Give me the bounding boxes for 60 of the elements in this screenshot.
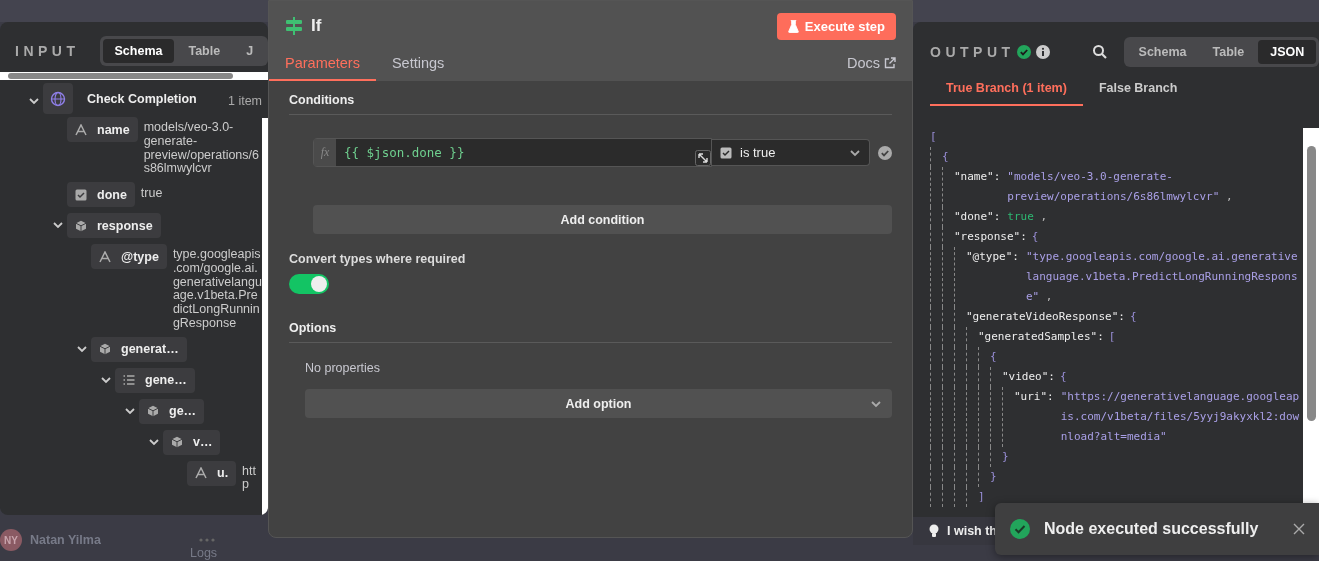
field-key-chip[interactable]: generat… [91,336,187,362]
field-key-chip[interactable]: done [67,182,135,207]
json-bracket: { [1060,369,1067,385]
section-heading: Options [289,321,892,343]
node-title: If [311,16,322,36]
field-key-chip[interactable]: v… [163,429,221,455]
json-key: "uri": [1014,387,1054,447]
json-key: "name": [954,167,1001,207]
json-value: "https://generativelanguage.googleapis.com/v1beta/files/5yyj9akyxkl2:download?alt=media" [1060,389,1301,445]
json-key: "generateVideoResponse": [966,307,1125,327]
node-header[interactable]: Check Completion [43,86,197,111]
json-bracket: { [1031,229,1039,245]
operator-select[interactable]: is true [712,139,870,166]
field-value: models/veo-3.0-generate-preview/operations/6s86lmwylcvr [143,119,260,176]
json-key: "response": [954,227,1027,247]
json-value: true , [1007,209,1048,225]
json-bracket: [ [1108,329,1116,345]
json-bracket: { [942,149,949,165]
json-key: "video": [1002,367,1055,387]
field-key-chip[interactable]: u. [187,460,237,486]
panel-tab[interactable]: Settings [391,55,445,81]
json-key: "@type": [966,247,1019,307]
json-bracket: [ [930,129,937,145]
add-condition-button[interactable]: Add condition [313,205,892,234]
view-tab[interactable]: J [234,39,266,63]
json-bracket: } [990,469,997,485]
docs-link[interactable]: Docs [846,55,896,77]
fx-label: fx [314,139,336,166]
panel-title: INPUT [15,43,80,59]
view-tab[interactable]: Table [176,39,233,63]
field-key-chip[interactable]: response [67,213,161,238]
panel-title: OUTPUT [930,44,1015,60]
section-heading: Conditions [289,93,892,115]
field-value: http [242,462,257,492]
user-name: Natan Yilma [30,533,101,547]
json-key: "done": [954,207,1001,227]
json-bracket: } [1002,449,1009,465]
view-tab[interactable]: Schema [1126,40,1199,64]
field-key-chip[interactable]: @type [91,244,167,269]
field-value: type.googleapis.com/google.ai.generativelanguage.v1beta.PredictLongRunningResponse [172,246,262,331]
field-label: Convert types where required [289,252,467,266]
field-key-chip[interactable]: gene… [115,367,195,393]
field-value: true [140,185,163,201]
view-tab[interactable]: Schema [102,39,175,63]
field-key-chip[interactable]: ge… [139,398,205,424]
json-bracket: ] [978,489,985,505]
json-bracket: { [990,349,997,365]
view-tab[interactable]: Table [1200,40,1257,64]
add-option-button[interactable]: Add option [305,389,892,418]
json-key: "generatedSamples": [978,327,1104,347]
branch-tab[interactable]: True Branch (1 item) [930,81,1083,106]
expression-field[interactable]: fx {{ $json.done }} [313,138,712,167]
empty-text: No properties [305,361,382,375]
view-tab[interactable]: JSON [1258,40,1317,64]
json-value: "type.googleapis.com/google.ai.generativelanguage.v1beta.PredictLongRunningResponse" , [1026,249,1299,305]
item-count: 1 item [227,93,262,108]
json-bracket: { [1129,309,1137,325]
json-value: "models/veo-3.0-generate-preview/operations/6s86lmwylcvr" , [1007,169,1234,205]
branch-tab[interactable]: False Branch [1082,81,1194,106]
field-key-chip[interactable]: name [67,117,138,142]
